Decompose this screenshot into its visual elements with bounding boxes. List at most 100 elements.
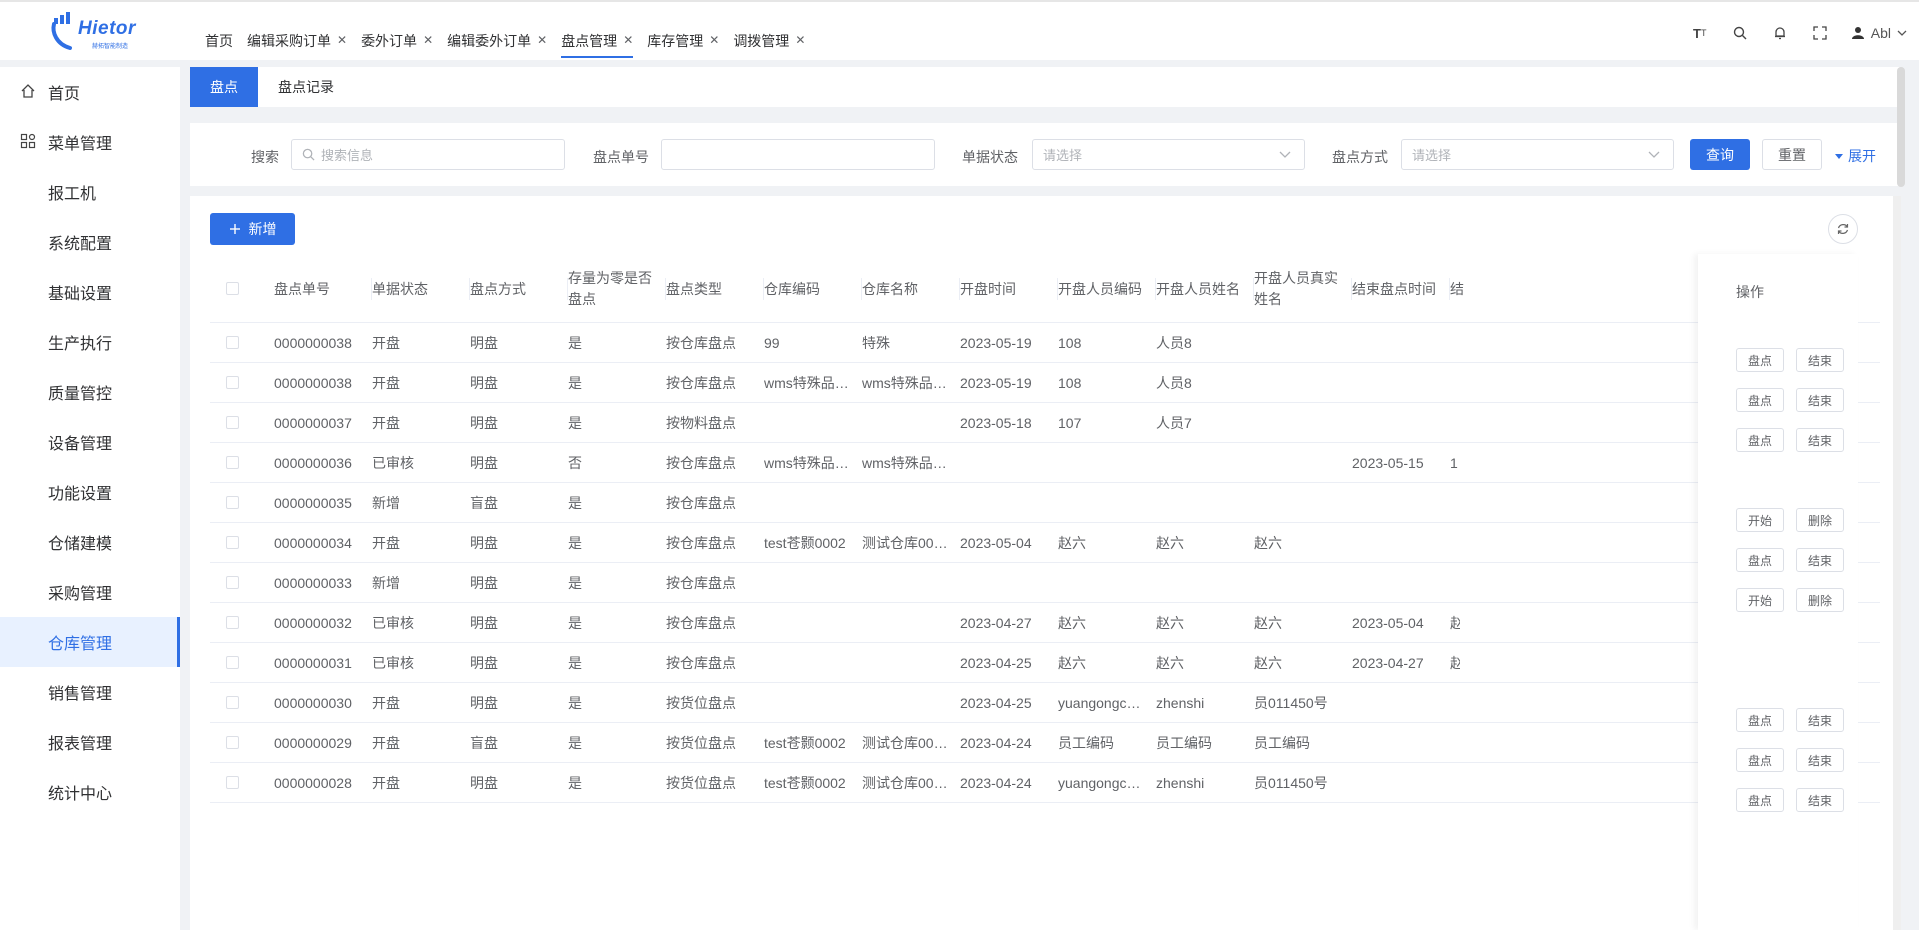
row-checkbox[interactable] (226, 616, 239, 629)
user-menu[interactable]: Abl (1851, 25, 1907, 41)
reset-button[interactable]: 重置 (1762, 139, 1822, 170)
row-checkbox[interactable] (226, 696, 239, 709)
column-header-2[interactable]: 盘点方式 (470, 256, 568, 322)
sidebar-item-8[interactable]: 功能设置 (0, 467, 180, 517)
sidebar-item-10[interactable]: 采购管理 (0, 567, 180, 617)
row-secondary-action-button[interactable]: 结束 (1796, 788, 1844, 812)
page-tab-0[interactable]: 首页 (205, 2, 233, 62)
sidebar-item-4[interactable]: 基础设置 (0, 267, 180, 317)
sidebar-item-9[interactable]: 仓储建模 (0, 517, 180, 567)
status-select[interactable]: 请选择 (1032, 139, 1305, 170)
close-icon[interactable]: ✕ (423, 31, 433, 62)
row-primary-action-button[interactable]: 盘点 (1736, 548, 1784, 572)
row-primary-action-button[interactable]: 盘点 (1736, 348, 1784, 372)
sidebar-item-14[interactable]: 统计中心 (0, 767, 180, 817)
close-icon[interactable]: ✕ (795, 31, 805, 62)
row-primary-action-button[interactable]: 盘点 (1736, 388, 1784, 412)
method-select[interactable]: 请选择 (1401, 139, 1674, 170)
column-header-12[interactable]: 结 (1450, 256, 1480, 322)
column-header-8[interactable]: 开盘人员编码 (1058, 256, 1156, 322)
sidebar-item-3[interactable]: 系统配置 (0, 217, 180, 267)
page-tab-4[interactable]: 盘点管理 ✕ (561, 2, 634, 62)
sidebar-item-1[interactable]: 菜单管理 (0, 117, 180, 167)
column-header-1[interactable]: 单据状态 (372, 256, 470, 322)
table-row[interactable]: 0000000031 已审核 明盘 是 按仓库盘点 2023-04-25 赵六 赵六 赵六 202… (210, 643, 1880, 683)
column-header-6[interactable]: 仓库名称 (862, 256, 960, 322)
expand-toggle[interactable]: 展开 (1834, 146, 1876, 166)
close-icon[interactable]: ✕ (709, 31, 719, 62)
sidebar-item-2[interactable]: 报工机 (0, 167, 180, 217)
row-checkbox[interactable] (226, 496, 239, 509)
table-row[interactable]: 0000000036 已审核 明盘 否 按仓库盘点 wms特殊品… wms特殊品… 2023-… (210, 443, 1880, 483)
close-icon[interactable]: ✕ (537, 31, 547, 62)
row-checkbox[interactable] (226, 456, 239, 469)
row-checkbox[interactable] (226, 536, 239, 549)
table-row[interactable]: 0000000034 开盘 明盘 是 按仓库盘点 test苍颢0002 测试仓库00… 202… (210, 523, 1880, 563)
code-input[interactable] (661, 139, 935, 170)
query-button[interactable]: 查询 (1690, 139, 1750, 170)
sidebar-item-5[interactable]: 生产执行 (0, 317, 180, 367)
sidebar-item-11[interactable]: 仓库管理 (0, 617, 180, 667)
row-primary-action-button[interactable]: 盘点 (1736, 748, 1784, 772)
row-secondary-action-button[interactable]: 结束 (1796, 708, 1844, 732)
row-checkbox[interactable] (226, 736, 239, 749)
row-secondary-action-button[interactable]: 删除 (1796, 588, 1844, 612)
vertical-scrollbar-thumb[interactable] (1897, 67, 1905, 187)
page-tab-6[interactable]: 调拨管理 ✕ (733, 2, 805, 62)
table-row[interactable]: 0000000038 开盘 明盘 是 按仓库盘点 wms特殊品… wms特殊品… 2023-0… (210, 363, 1880, 403)
sidebar-item-6[interactable]: 质量管控 (0, 367, 180, 417)
column-header-0[interactable]: 盘点单号 (274, 256, 372, 322)
search-icon[interactable] (1731, 24, 1749, 42)
page-tab-2[interactable]: 委外订单 ✕ (361, 2, 433, 62)
bell-icon[interactable] (1771, 24, 1789, 42)
close-icon[interactable]: ✕ (623, 31, 633, 62)
page-tab-1[interactable]: 编辑采购订单 ✕ (247, 2, 347, 62)
row-secondary-action-button[interactable]: 结束 (1796, 548, 1844, 572)
table-row[interactable]: 0000000029 开盘 盲盘 是 按货位盘点 test苍颢0002 测试仓库00… 202… (210, 723, 1880, 763)
column-header-3[interactable]: 存量为零是否盘点 (568, 256, 666, 322)
table-row[interactable]: 0000000028 开盘 明盘 是 按货位盘点 test苍颢0002 测试仓库00… 202… (210, 763, 1880, 803)
row-secondary-action-button[interactable]: 删除 (1796, 508, 1844, 532)
refresh-button[interactable] (1828, 214, 1858, 244)
row-secondary-action-button[interactable]: 结束 (1796, 748, 1844, 772)
table-row[interactable]: 0000000033 新增 明盘 是 按仓库盘点 (210, 563, 1880, 603)
column-header-5[interactable]: 仓库编码 (764, 256, 862, 322)
table-row[interactable]: 0000000030 开盘 明盘 是 按货位盘点 2023-04-25 yuangongc…… (210, 683, 1880, 723)
row-checkbox[interactable] (226, 576, 239, 589)
row-secondary-action-button[interactable]: 结束 (1796, 428, 1844, 452)
subtab-check-records[interactable]: 盘点记录 (258, 67, 354, 107)
column-header-11[interactable]: 结束盘点时间 (1352, 256, 1450, 322)
fullscreen-icon[interactable] (1811, 24, 1829, 42)
row-checkbox[interactable] (226, 336, 239, 349)
table-row[interactable]: 0000000038 开盘 明盘 是 按仓库盘点 99 特殊 2023-05-19 108 人员8 (210, 323, 1880, 363)
subtab-inventory-check[interactable]: 盘点 (190, 67, 258, 107)
table-row[interactable]: 0000000032 已审核 明盘 是 按仓库盘点 2023-04-27 赵六 赵六 赵六 202… (210, 603, 1880, 643)
row-checkbox[interactable] (226, 776, 239, 789)
column-header-4[interactable]: 盘点类型 (666, 256, 764, 322)
table-row[interactable]: 0000000037 开盘 明盘 是 按物料盘点 2023-05-18 107 人员7 (210, 403, 1880, 443)
row-primary-action-button[interactable]: 盘点 (1736, 708, 1784, 732)
row-primary-action-button[interactable]: 开始 (1736, 588, 1784, 612)
brand-logo[interactable]: Hietor 赫拓智能制造 (48, 12, 138, 52)
row-primary-action-button[interactable]: 开始 (1736, 508, 1784, 532)
font-size-icon[interactable]: TT (1691, 24, 1709, 42)
row-secondary-action-button[interactable]: 结束 (1796, 388, 1844, 412)
sidebar-item-0[interactable]: 首页 (0, 67, 180, 117)
sidebar-item-12[interactable]: 销售管理 (0, 667, 180, 717)
row-checkbox[interactable] (226, 416, 239, 429)
search-input[interactable]: 搜索信息 (291, 139, 565, 170)
select-all-checkbox[interactable] (226, 282, 239, 295)
row-secondary-action-button[interactable]: 结束 (1796, 348, 1844, 372)
close-icon[interactable]: ✕ (337, 31, 347, 62)
add-button[interactable]: 新增 (210, 213, 295, 245)
sidebar-item-7[interactable]: 设备管理 (0, 417, 180, 467)
table-row[interactable]: 0000000035 新增 盲盘 是 按仓库盘点 (210, 483, 1880, 523)
row-primary-action-button[interactable]: 盘点 (1736, 428, 1784, 452)
row-checkbox[interactable] (226, 376, 239, 389)
row-checkbox[interactable] (226, 656, 239, 669)
page-tab-5[interactable]: 库存管理 ✕ (647, 2, 719, 62)
sidebar-item-13[interactable]: 报表管理 (0, 717, 180, 767)
column-header-9[interactable]: 开盘人员姓名 (1156, 256, 1254, 322)
row-primary-action-button[interactable]: 盘点 (1736, 788, 1784, 812)
column-header-7[interactable]: 开盘时间 (960, 256, 1058, 322)
